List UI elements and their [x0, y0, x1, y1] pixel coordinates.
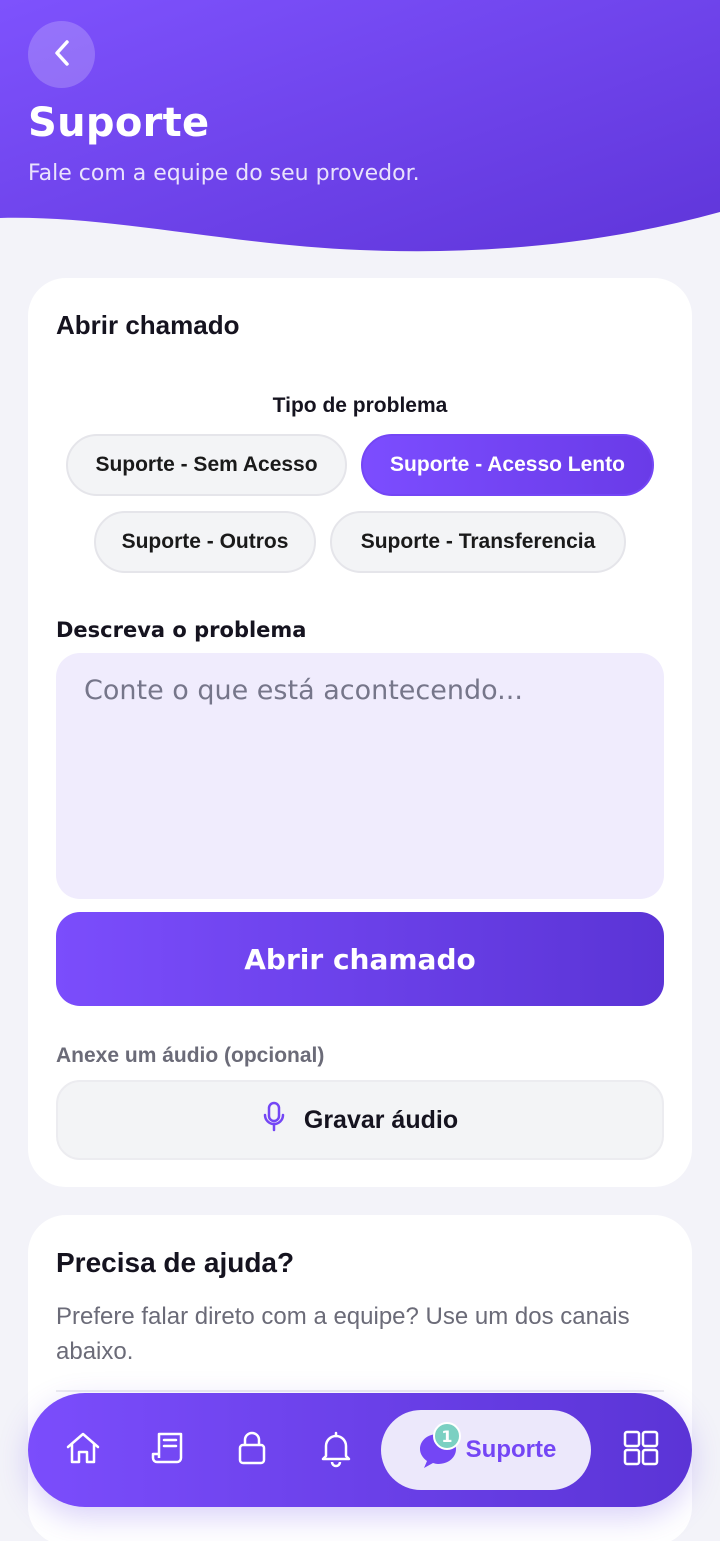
page-title: Suporte: [28, 100, 210, 146]
chip-label: Suporte - Acesso Lento: [390, 453, 625, 476]
microphone-icon: [262, 1101, 286, 1140]
home-icon: [63, 1428, 103, 1472]
chip-label: Suporte - Sem Acesso: [95, 453, 318, 476]
chevron-left-icon: [51, 38, 73, 72]
nav-notifications[interactable]: [301, 1393, 371, 1507]
chip-label: Suporte - Outros: [121, 530, 289, 553]
description-textarea[interactable]: Conte o que está acontecendo...: [56, 653, 664, 899]
problem-type-chip-outros[interactable]: Suporte - Outros: [94, 511, 316, 573]
help-title: Precisa de ajuda?: [56, 1247, 295, 1278]
divider: [56, 1390, 664, 1392]
problem-type-chip-acesso-lento[interactable]: Suporte - Acesso Lento: [361, 434, 654, 496]
chip-label: Suporte - Transferencia: [360, 530, 596, 553]
bottom-navigation: Suporte 1: [28, 1393, 692, 1507]
description-placeholder: Conte o que está acontecendo...: [84, 675, 523, 706]
audio-attachment-label: Anexe um áudio (opcional): [56, 1044, 325, 1067]
receipt-icon: [148, 1428, 188, 1472]
open-ticket-button[interactable]: Abrir chamado: [56, 912, 664, 1006]
record-audio-button[interactable]: Gravar áudio: [56, 1080, 664, 1160]
lock-icon: [232, 1428, 272, 1472]
problem-type-chip-transferencia[interactable]: Suporte - Transferencia: [330, 511, 626, 573]
help-description: Prefere falar direto com a equipe? Use u…: [56, 1303, 630, 1365]
nav-menu[interactable]: [606, 1393, 676, 1507]
description-label: Descreva o problema: [56, 618, 307, 642]
nav-support[interactable]: Suporte 1: [381, 1410, 591, 1490]
problem-type-label: Tipo de problema: [272, 394, 448, 417]
card-title: Abrir chamado: [56, 310, 240, 340]
open-ticket-button-label: Abrir chamado: [244, 942, 476, 976]
nav-invoices[interactable]: [133, 1393, 203, 1507]
open-ticket-card: Abrir chamado Tipo de problema Suporte -…: [28, 278, 692, 1187]
notification-badge: 1: [433, 1422, 461, 1450]
nav-home[interactable]: [48, 1393, 118, 1507]
bell-icon: [316, 1428, 356, 1472]
header: Suporte Fale com a equipe do seu provedo…: [0, 0, 720, 270]
nav-support-label: Suporte: [465, 1436, 557, 1463]
grid-icon: [621, 1428, 661, 1472]
problem-type-chip-sem-acesso[interactable]: Suporte - Sem Acesso: [66, 434, 347, 496]
record-audio-label: Gravar áudio: [303, 1105, 459, 1134]
nav-unlock[interactable]: [217, 1393, 287, 1507]
back-button[interactable]: [28, 21, 95, 88]
page-subtitle: Fale com a equipe do seu provedor.: [28, 161, 420, 186]
